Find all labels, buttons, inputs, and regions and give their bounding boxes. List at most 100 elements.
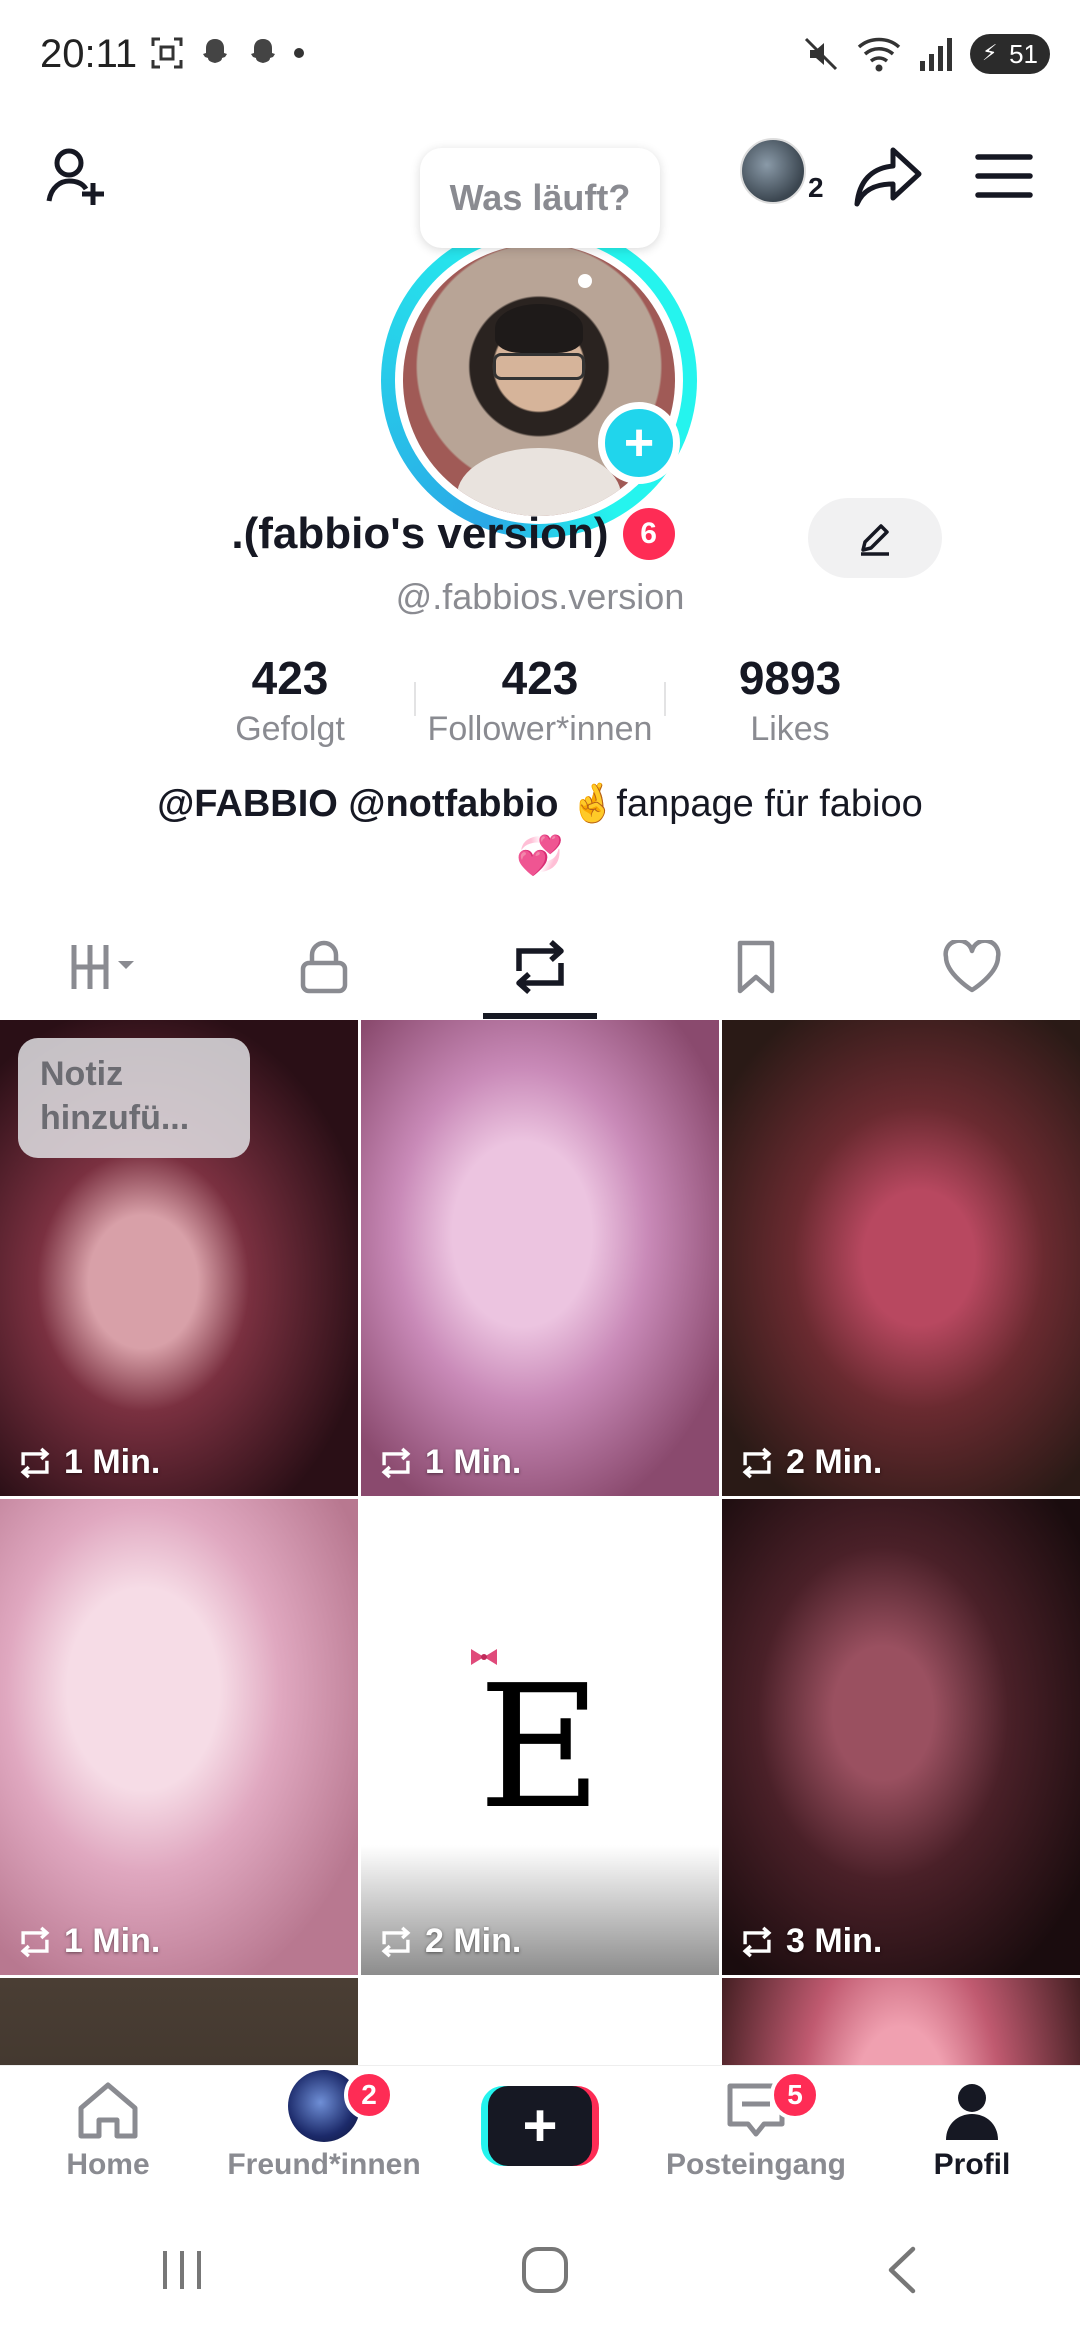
username: @.fabbios.version — [395, 576, 685, 617]
tab-videos[interactable] — [0, 915, 216, 1019]
more-dot-icon — [294, 48, 304, 58]
nav-profile[interactable]: Profil — [864, 2066, 1080, 2200]
menu-icon — [975, 154, 1033, 198]
nav-home[interactable]: Home — [0, 2066, 216, 2200]
add-user-icon — [46, 148, 104, 205]
edit-profile-button[interactable] — [808, 498, 942, 578]
signal-icon — [920, 38, 952, 71]
add-story-button[interactable]: + — [598, 402, 680, 484]
share-icon — [854, 147, 922, 207]
repost-icon — [742, 1447, 772, 1478]
friends-badge: 2 — [344, 2070, 394, 2120]
pencil-icon — [861, 524, 889, 556]
nav-inbox[interactable]: 5 Posteingang — [648, 2066, 864, 2200]
tab-liked[interactable] — [864, 915, 1080, 1019]
followers-label: Follower*innen — [427, 710, 653, 748]
stat-following[interactable]: 423 Gefolgt — [170, 650, 410, 752]
nav-create[interactable]: + — [432, 2066, 648, 2200]
share-profile-button[interactable] — [850, 138, 926, 214]
nav-friends-label: Freund*innen — [227, 2148, 421, 2181]
video-thumbnail[interactable]: 1 Min. — [0, 1499, 358, 1975]
video-thumbnail[interactable]: 1 Min. — [361, 1020, 719, 1496]
stat-divider — [664, 682, 666, 716]
account-switcher[interactable]: 2 — [740, 138, 824, 204]
repost-icon — [381, 1447, 411, 1478]
stat-followers[interactable]: 423 Follower*innen — [420, 650, 660, 752]
bubble-tail — [578, 274, 592, 288]
repost-icon — [20, 1447, 50, 1478]
status-bubble-text: Was läuft? — [449, 177, 631, 218]
battery-level: 51 — [1009, 38, 1038, 69]
video-thumbnail[interactable]: 3 Min. — [722, 1499, 1080, 1975]
menu-button[interactable] — [966, 138, 1042, 214]
repost-icon — [742, 1926, 772, 1957]
system-navigation — [0, 2200, 1080, 2340]
tab-favorites[interactable] — [648, 915, 864, 1019]
snapchat-icon-2 — [251, 39, 275, 63]
screenshot-icon — [151, 37, 183, 69]
video-age: 1 Min. — [64, 1443, 161, 1481]
tab-reposts[interactable] — [432, 915, 648, 1019]
bio-text: fanpage für fabioo — [616, 783, 923, 825]
letter-e: E — [477, 1649, 603, 1847]
status-system-icons: ⚡ 51 — [802, 34, 1050, 74]
create-button: + — [481, 2086, 599, 2166]
status-time: 20:11 — [40, 32, 138, 76]
name-badge: 6 — [622, 508, 675, 560]
stat-likes[interactable]: 9893 Likes — [670, 650, 910, 752]
home-button-icon[interactable] — [520, 2245, 570, 2295]
repost-icon — [20, 1926, 50, 1957]
recent-apps-icon[interactable] — [157, 2247, 207, 2293]
status-bubble[interactable]: Was läuft? — [420, 148, 660, 248]
back-icon[interactable] — [883, 2245, 923, 2295]
bottom-navigation: Home 2 Freund*innen + 5 Posteingang Prof… — [0, 2065, 1080, 2200]
video-thumbnail[interactable]: Notiz hinzufü... 1 Min. — [0, 1020, 358, 1496]
display-name: .(fabbio's version) — [231, 509, 609, 558]
plus-icon: + — [488, 2086, 592, 2166]
tab-private[interactable] — [216, 915, 432, 1019]
nav-profile-label: Profil — [933, 2148, 1011, 2181]
nav-home-label: Home — [66, 2148, 150, 2181]
video-thumbnail[interactable]: E 2 Min. — [361, 1499, 719, 1975]
video-age: 1 Min. — [425, 1443, 522, 1481]
profile-stats: 423 Gefolgt 423 Follower*innen 9893 Like… — [170, 650, 910, 752]
bio: @FABBIO @notfabbio 🤞fanpage für fabioo 💞 — [60, 778, 1020, 882]
battery-indicator: ⚡ 51 — [970, 34, 1050, 74]
inbox-badge: 5 — [770, 2070, 820, 2120]
likes-count: 9893 — [738, 652, 842, 704]
plus-icon: + — [623, 414, 655, 472]
mute-icon — [804, 37, 838, 71]
wifi-icon — [857, 37, 901, 72]
status-bar: 20:11 ⚡ 51 — [0, 0, 1080, 112]
video-age: 2 Min. — [425, 1922, 522, 1960]
avatar — [740, 138, 806, 204]
repost-icon — [381, 1926, 411, 1957]
add-note-bubble[interactable]: Notiz hinzufü... — [18, 1038, 250, 1158]
video-age: 2 Min. — [786, 1443, 883, 1481]
snapchat-icon — [203, 39, 227, 63]
lock-icon — [300, 940, 348, 994]
crossed-fingers-emoji: 🤞 — [569, 783, 617, 825]
likes-label: Likes — [750, 710, 830, 748]
following-label: Gefolgt — [235, 710, 345, 748]
video-age: 1 Min. — [64, 1922, 161, 1960]
video-thumbnail[interactable]: 2 Min. — [722, 1020, 1080, 1496]
nav-friends[interactable]: 2 Freund*innen — [216, 2066, 432, 2200]
followers-count: 423 — [501, 652, 579, 704]
bookmark-icon — [737, 940, 775, 994]
home-icon — [78, 2082, 138, 2139]
repost-icon — [516, 939, 564, 995]
stat-divider — [414, 682, 416, 716]
two-hearts-emoji: 💞 — [516, 835, 564, 877]
status-notification-icons — [150, 36, 304, 70]
grid-icon — [71, 945, 134, 989]
bio-mentions[interactable]: @FABBIO @notfabbio — [157, 783, 558, 825]
charging-icon: ⚡ — [982, 40, 998, 65]
add-friend-button[interactable] — [40, 138, 116, 214]
video-age: 3 Min. — [786, 1922, 883, 1960]
profile-icon — [946, 2084, 998, 2140]
heart-icon — [943, 940, 1001, 993]
profile-avatar[interactable] — [381, 222, 697, 538]
nav-inbox-label: Posteingang — [665, 2148, 846, 2181]
following-count: 423 — [251, 652, 329, 704]
